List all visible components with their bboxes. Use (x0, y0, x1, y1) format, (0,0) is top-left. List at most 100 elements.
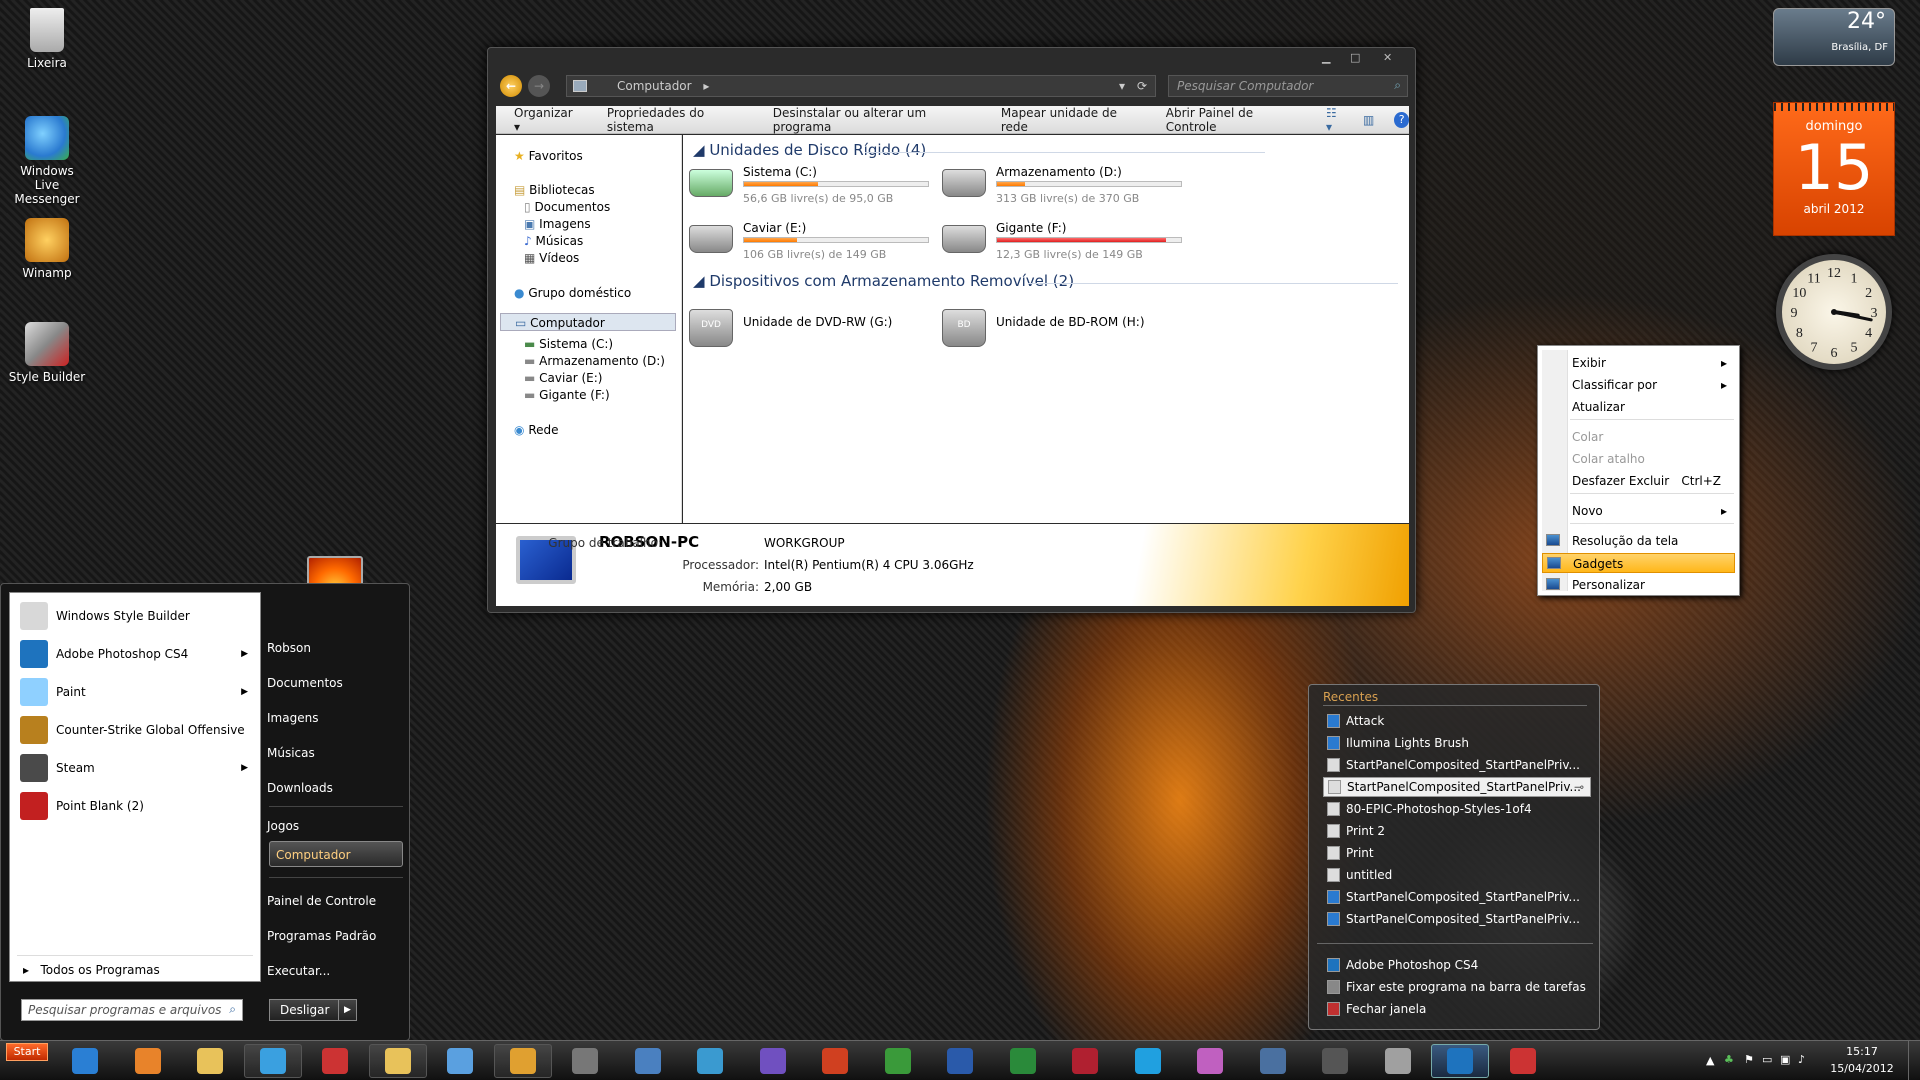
taskbar-app[interactable] (1369, 1044, 1427, 1078)
jump-list-item[interactable]: untitled (1323, 865, 1591, 885)
flag-tray-icon[interactable]: ⚑ (1744, 1053, 1754, 1066)
monitor-tray-icon[interactable]: ▣ (1780, 1053, 1790, 1066)
start-right-item[interactable]: Jogos (267, 819, 299, 833)
start-search-input[interactable]: Pesquisar programas e arquivos ⌕ (21, 999, 243, 1021)
desktop-icon-winamp[interactable]: Winamp (1, 218, 93, 280)
network-tray-icon[interactable]: ♣ (1724, 1053, 1734, 1066)
nav-network[interactable]: ◉ Rede (514, 423, 559, 437)
search-icon[interactable]: ⌕ (1394, 78, 1401, 93)
start-right-item[interactable]: Computador (269, 841, 403, 867)
jump-list-item[interactable]: StartPanelComposited_StartPanelPriv... (1323, 755, 1591, 775)
taskbar-app[interactable] (306, 1044, 364, 1078)
jump-list-item[interactable]: Attack (1323, 711, 1591, 731)
weather-gadget[interactable]: 24° Brasília, DF (1773, 8, 1895, 66)
taskbar-app[interactable] (1244, 1044, 1302, 1078)
context-menu-item[interactable]: Gadgets (1542, 553, 1735, 573)
taskbar-app[interactable] (931, 1044, 989, 1078)
taskbar-app[interactable] (556, 1044, 614, 1078)
address-bar[interactable]: Computador ▸ ▾ ⟳ (566, 75, 1156, 97)
submenu-arrow-icon[interactable]: ▶ (241, 687, 248, 697)
system-properties-button[interactable]: Propriedades do sistema (607, 106, 743, 134)
pinned-program[interactable]: Adobe Photoshop CS4 ▶ (14, 637, 258, 671)
taskbar-app[interactable] (619, 1044, 677, 1078)
dropdown-icon[interactable]: ▾ (1119, 79, 1125, 93)
pin-to-taskbar-task[interactable]: Fixar este programa na barra de tarefas (1323, 977, 1591, 997)
help-icon[interactable]: ? (1394, 111, 1409, 128)
nav-libraries[interactable]: ▤ Bibliotecas (514, 183, 595, 197)
breadcrumb-computer[interactable]: Computador (617, 79, 692, 93)
taskbar-app[interactable] (119, 1044, 177, 1078)
taskbar-app[interactable] (1306, 1044, 1364, 1078)
nav-drive-d[interactable]: ▬ Armazenamento (D:) (524, 354, 665, 368)
taskbar-app[interactable] (181, 1044, 239, 1078)
start-right-item[interactable]: Painel de Controle (267, 894, 376, 908)
preview-pane-icon[interactable]: ▥ (1363, 113, 1374, 127)
context-menu-item[interactable]: Classificar por ▸ (1542, 375, 1735, 395)
desktop-icon-messenger[interactable]: Windows Live Messenger (1, 116, 93, 206)
pinned-program[interactable]: Windows Style Builder (14, 599, 258, 633)
start-right-item[interactable]: Downloads (267, 781, 333, 795)
taskbar-app[interactable] (56, 1044, 114, 1078)
jump-list-item[interactable]: Ilumina Lights Brush (1323, 733, 1591, 753)
open-photoshop-task[interactable]: Adobe Photoshop CS4 (1323, 955, 1591, 975)
start-right-item[interactable]: Imagens (267, 711, 318, 725)
nav-computer[interactable]: ▭ Computador (500, 313, 676, 331)
jump-list-item[interactable]: Print 2 (1323, 821, 1591, 841)
search-icon[interactable]: ⌕ (229, 1002, 236, 1017)
show-hidden-icons-icon[interactable]: ▲ (1706, 1054, 1714, 1067)
close-window-task[interactable]: Fechar janela (1323, 999, 1591, 1019)
pinned-program[interactable]: Paint ▶ (14, 675, 258, 709)
nav-documents[interactable]: ▯ Documentos (524, 200, 610, 214)
breadcrumb-chevron-icon[interactable]: ▸ (703, 79, 709, 93)
nav-homegroup[interactable]: ● Grupo doméstico (514, 286, 631, 300)
back-button[interactable]: ← (500, 75, 522, 97)
pinned-program[interactable]: Point Blank (2) (14, 789, 258, 823)
power-tray-icon[interactable]: ▭ (1762, 1053, 1772, 1066)
submenu-arrow-icon[interactable]: ▶ (241, 649, 248, 659)
calendar-gadget[interactable]: domingo 15 abril 2012 (1773, 102, 1895, 236)
taskbar-app[interactable] (1431, 1044, 1489, 1078)
minimize-button[interactable]: ▁ (1322, 51, 1330, 64)
taskbar-app[interactable] (431, 1044, 489, 1078)
clock-gadget[interactable]: 1 2 3 4 5 6 7 8 9 10 11 12 (1776, 254, 1892, 370)
start-right-item[interactable]: Robson (267, 641, 311, 655)
nav-favorites[interactable]: ★ Favoritos (514, 149, 583, 163)
taskbar-app[interactable] (1119, 1044, 1177, 1078)
jump-list-item[interactable]: 80-EPIC-Photoshop-Styles-1of4 (1323, 799, 1591, 819)
taskbar-app[interactable] (1181, 1044, 1239, 1078)
nav-music[interactable]: ♪ Músicas (524, 234, 583, 248)
uninstall-program-button[interactable]: Desinstalar ou alterar um programa (773, 106, 971, 134)
start-button[interactable]: Start (6, 1043, 48, 1061)
taskbar-app[interactable] (994, 1044, 1052, 1078)
start-right-item[interactable]: Programas Padrão (267, 929, 376, 943)
jump-list-item[interactable]: Print (1323, 843, 1591, 863)
all-programs-item[interactable]: ▸ Todos os Programas (23, 963, 160, 977)
start-right-item[interactable]: Executar... (267, 964, 330, 978)
pinned-program[interactable]: Counter-Strike Global Offensive (14, 713, 258, 747)
taskbar-app[interactable] (869, 1044, 927, 1078)
taskbar-app[interactable] (493, 1044, 552, 1078)
taskbar-app[interactable] (681, 1044, 739, 1078)
shutdown-button[interactable]: Desligar ▶ (269, 999, 357, 1021)
nav-videos[interactable]: ▦ Vídeos (524, 251, 579, 265)
context-menu-item[interactable]: Atualizar (1542, 397, 1735, 417)
context-menu-item[interactable]: Personalizar (1542, 575, 1735, 595)
show-desktop-button[interactable] (1908, 1041, 1920, 1080)
start-right-item[interactable]: Documentos (267, 676, 343, 690)
pin-icon[interactable]: ⊸ (1574, 780, 1584, 794)
volume-tray-icon[interactable]: ♪ (1798, 1053, 1805, 1066)
nav-drive-e[interactable]: ▬ Caviar (E:) (524, 371, 602, 385)
context-menu-item[interactable]: Resolução da tela (1542, 531, 1735, 551)
refresh-icon[interactable]: ⟳ (1137, 79, 1147, 93)
change-view-icon[interactable]: ☷ ▾ (1326, 106, 1345, 134)
close-button[interactable]: ✕ (1383, 51, 1392, 64)
context-menu-item[interactable]: Desfazer Excluir Ctrl+Z (1542, 471, 1735, 491)
organize-button[interactable]: Organizar ▾ (514, 106, 577, 134)
taskbar-app[interactable] (1494, 1044, 1552, 1078)
clock-date[interactable]: 15/04/2012 (1826, 1062, 1898, 1075)
jump-list-item[interactable]: StartPanelComposited_StartPanelPriv... ⊸ (1323, 777, 1591, 797)
jump-list-item[interactable]: StartPanelComposited_StartPanelPriv... (1323, 887, 1591, 907)
submenu-arrow-icon[interactable]: ▶ (241, 763, 248, 773)
hdd-group-header[interactable]: ◢ Unidades de Disco Rígido (4) (693, 141, 926, 159)
open-control-panel-button[interactable]: Abrir Painel de Controle (1166, 106, 1296, 134)
